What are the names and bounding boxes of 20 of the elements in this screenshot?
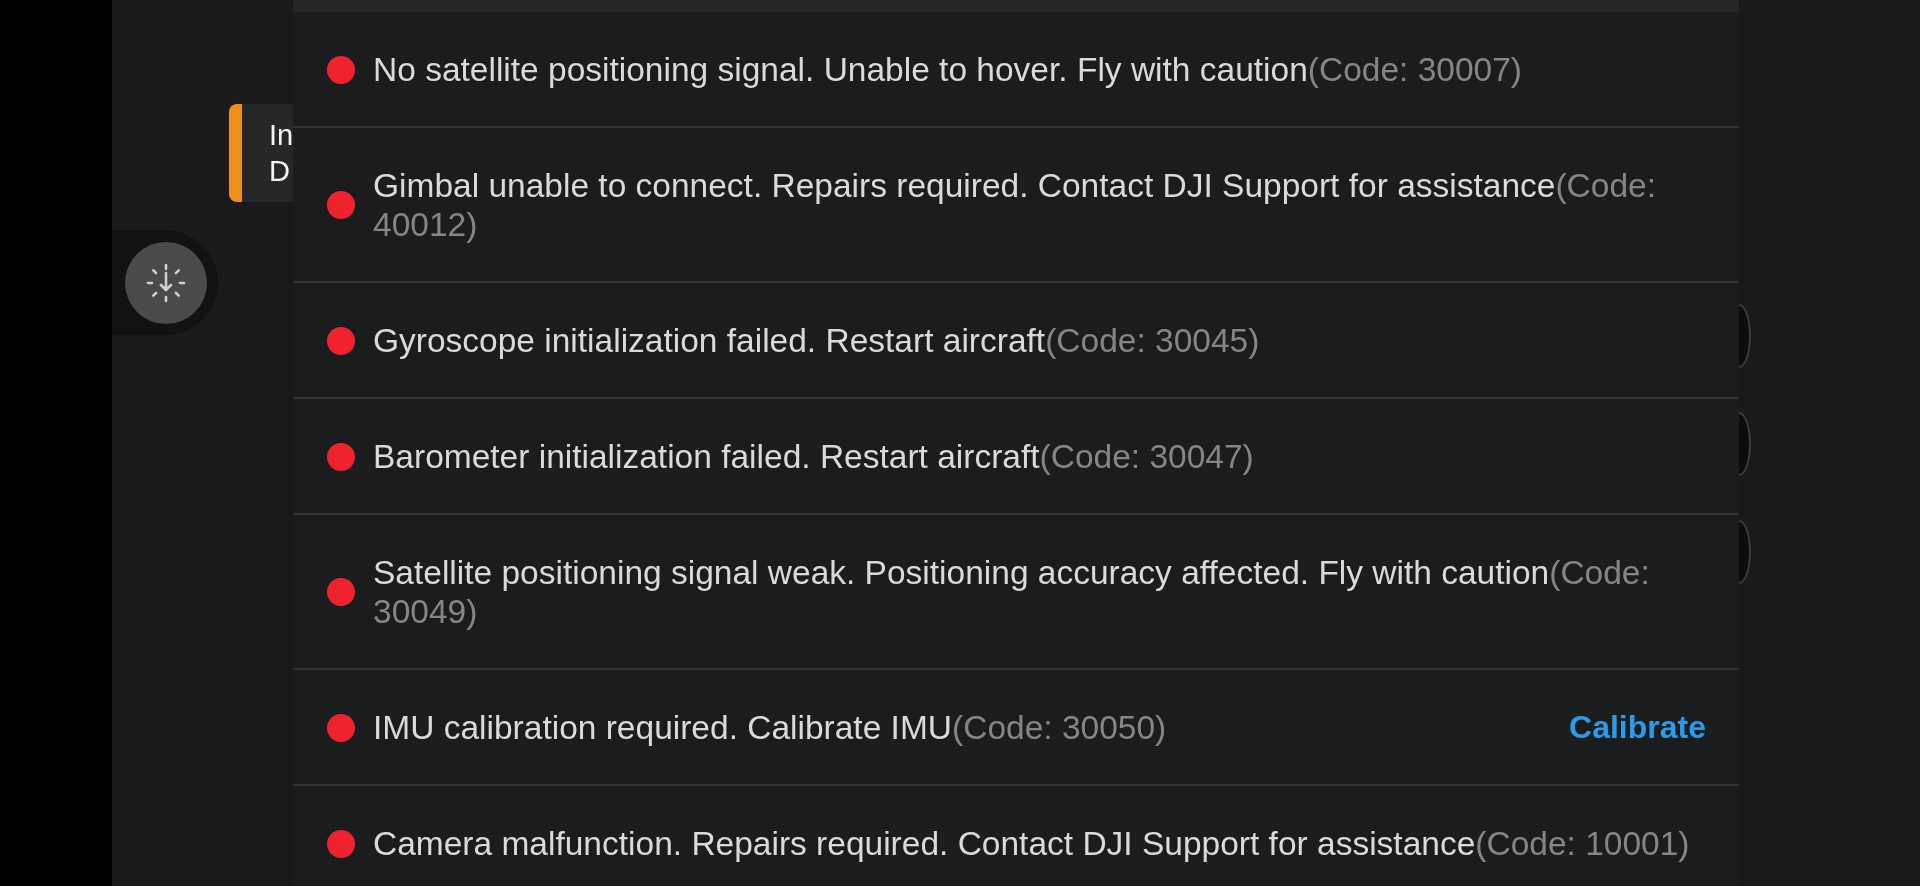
calibrate-button[interactable]: Calibrate bbox=[1569, 708, 1706, 747]
control-button-edge[interactable] bbox=[1739, 412, 1751, 476]
status-dot bbox=[327, 191, 355, 219]
control-button-edge[interactable] bbox=[1739, 520, 1751, 584]
error-message: Satellite positioning signal weak. Positioning accuracy affected. Fly with caution(Code: 30049) bbox=[373, 553, 1651, 631]
error-message: IMU calibration required. Calibrate IMU(Code: 30050) bbox=[373, 708, 1167, 747]
control-button-edge[interactable] bbox=[1739, 304, 1751, 368]
status-dot bbox=[327, 326, 355, 355]
error-message: Gyroscope initialization failed. Restart aircraft(Code: 30045) bbox=[373, 321, 1260, 360]
error-message: No satellite positioning signal. Unable to hover. Fly with caution(Code: 30007) bbox=[373, 50, 1522, 89]
status-dot bbox=[327, 442, 355, 471]
error-message: Camera malfunction. Repairs required. Contact DJI Support for assistance(Code: 10001) bbox=[373, 824, 1690, 863]
status-dot bbox=[327, 713, 355, 742]
toast-message: In D bbox=[269, 118, 293, 189]
status-dot bbox=[327, 829, 355, 858]
status-dot bbox=[327, 55, 355, 84]
error-message: Barometer initialization failed. Restart aircraft(Code: 30047) bbox=[373, 437, 1254, 476]
status-dot bbox=[327, 578, 355, 606]
error-message: Gimbal unable to connect. Repairs required. Contact DJI Support for assistance(Code: 40012) bbox=[373, 166, 1657, 244]
down-arrow-icon bbox=[146, 262, 186, 303]
